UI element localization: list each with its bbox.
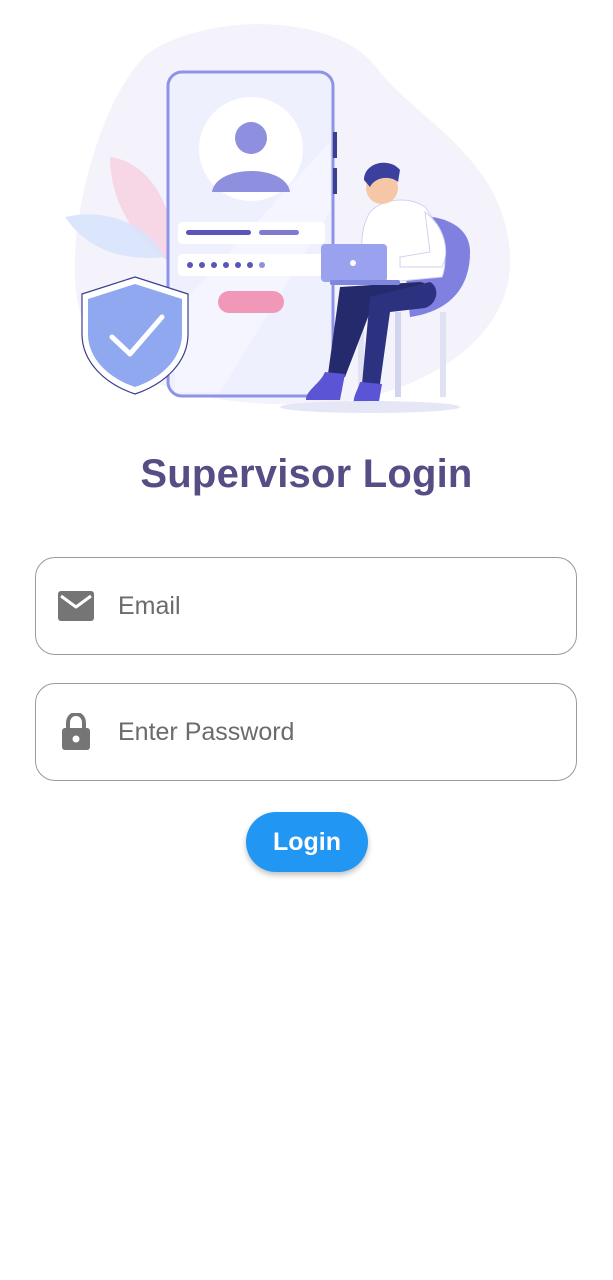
password-field[interactable] [35,683,577,781]
login-screen: Supervisor Login Login [0,0,613,1280]
email-field[interactable] [35,557,577,655]
mail-icon [56,586,96,626]
email-input[interactable] [116,590,540,622]
login-security-illustration [65,24,511,413]
lock-icon [56,712,96,752]
page-title: Supervisor Login [140,452,473,496]
login-button[interactable]: Login [246,812,368,872]
password-input[interactable] [116,716,540,748]
